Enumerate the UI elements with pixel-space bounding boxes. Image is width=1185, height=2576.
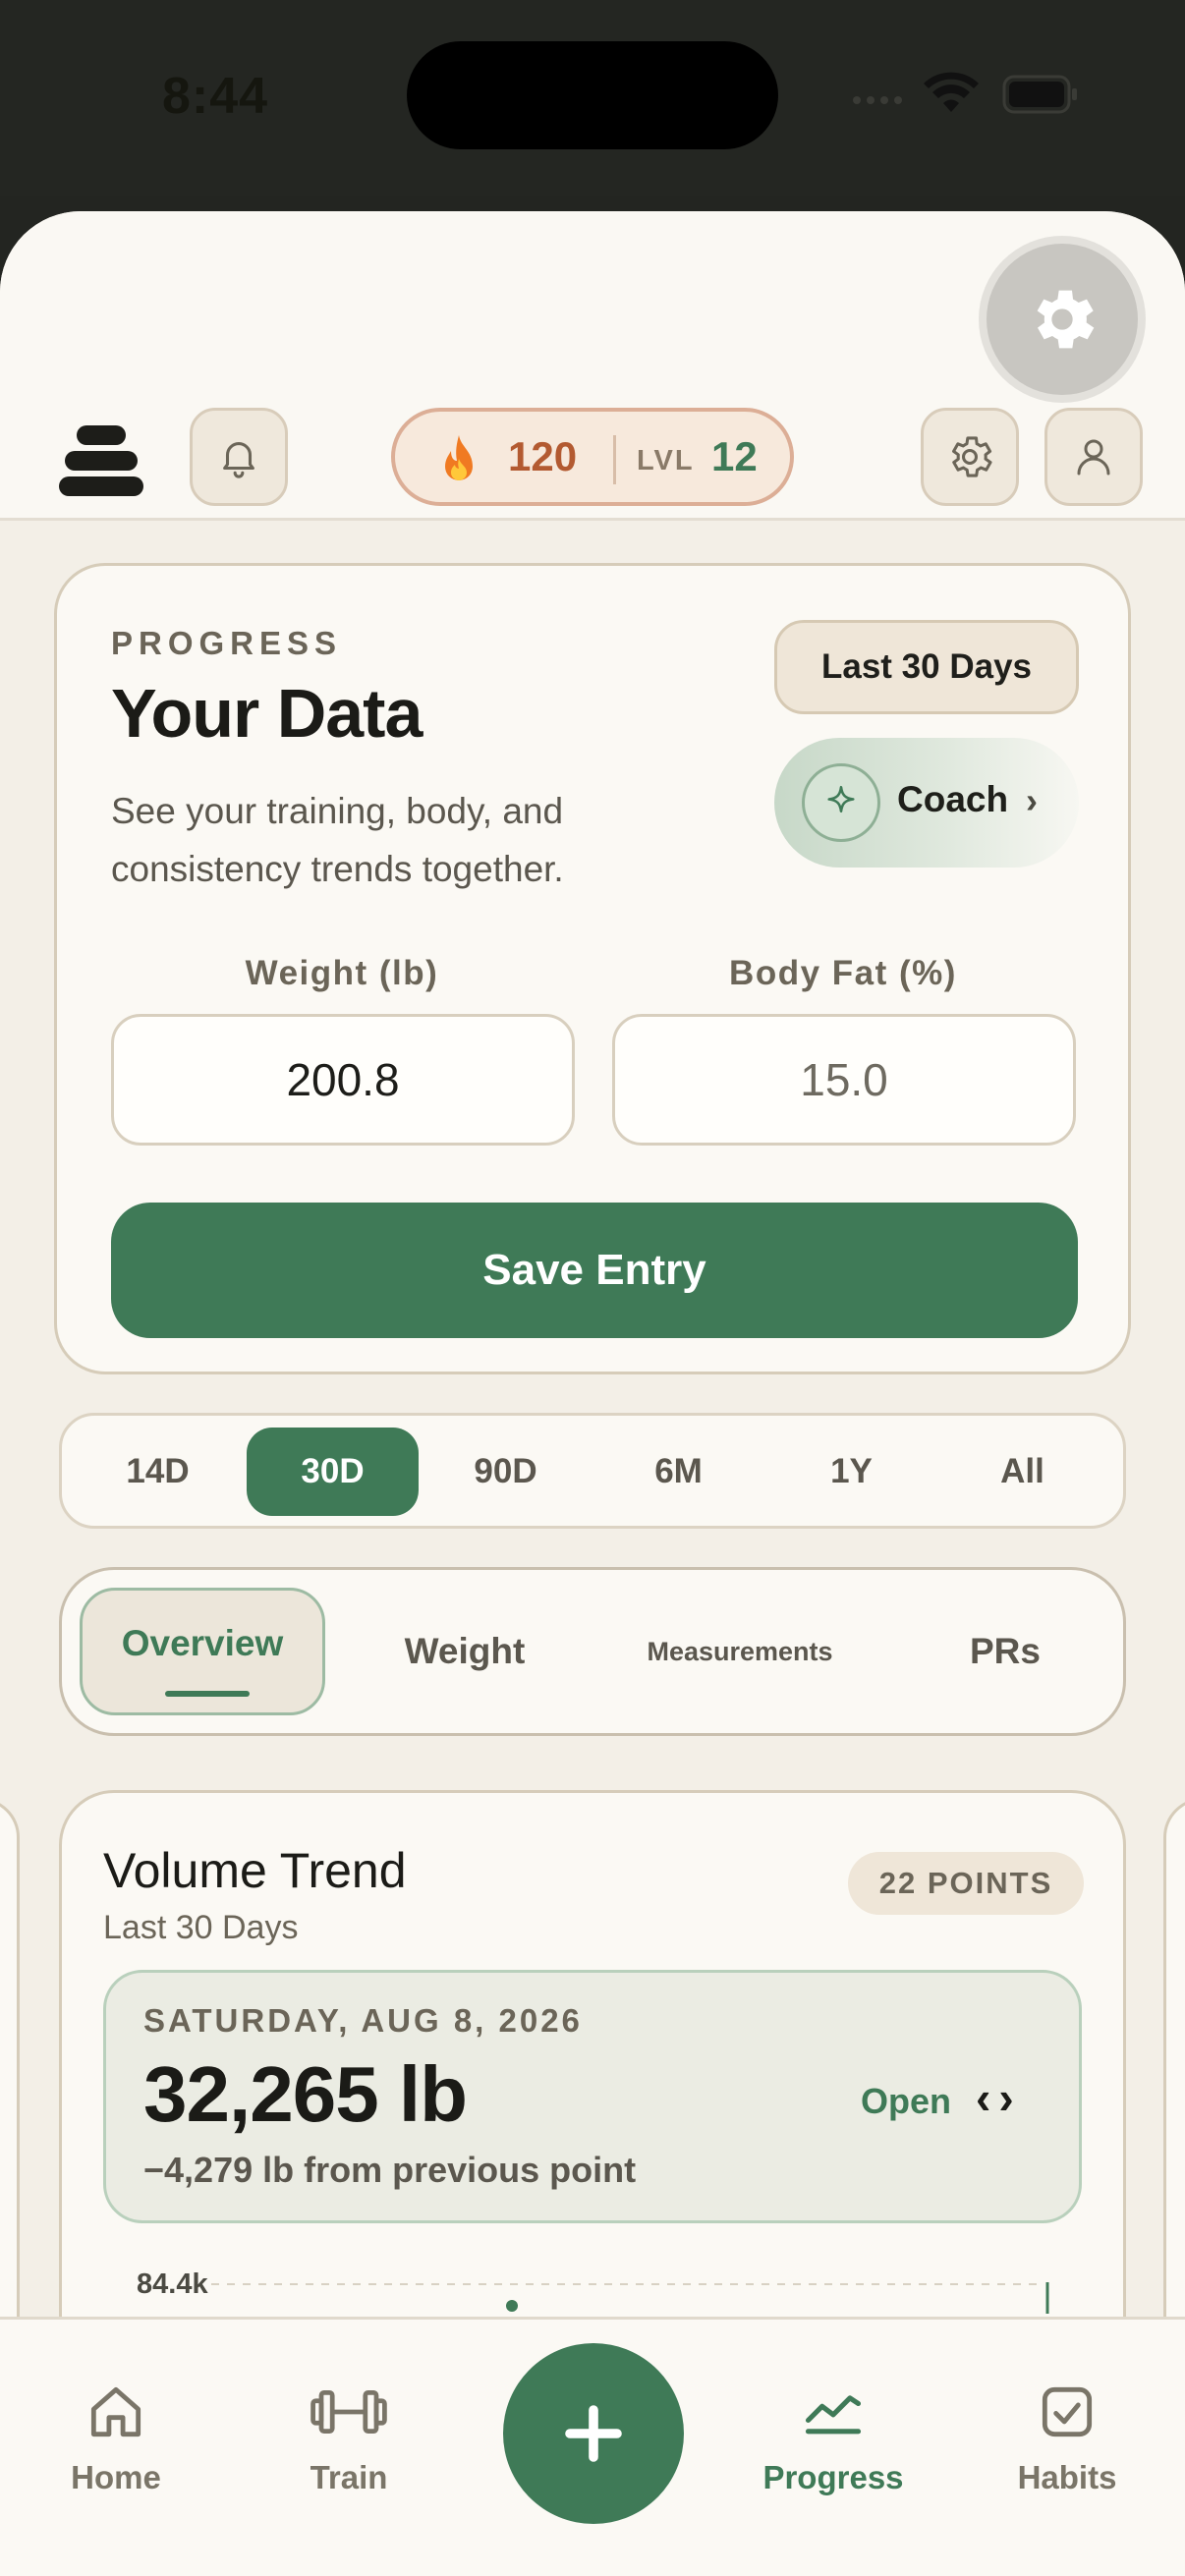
nav-progress[interactable]: Progress: [735, 2379, 931, 2516]
selected-date: SATURDAY, AUG 8, 2026: [143, 2002, 583, 2039]
tab-weight[interactable]: Weight: [357, 1588, 573, 1715]
status-icons: [853, 72, 1077, 114]
save-entry-button[interactable]: Save Entry: [111, 1203, 1078, 1338]
points-badge: 22 POINTS: [848, 1852, 1084, 1915]
tab-overview-label: Overview: [121, 1623, 284, 1663]
weight-input[interactable]: 200.8: [111, 1014, 575, 1146]
progress-card: PROGRESS Your Data See your training, bo…: [54, 563, 1131, 1374]
wifi-icon: [924, 72, 979, 112]
main-sheet: 120 LVL 12 PROGRESS Your Data See your t…: [0, 211, 1185, 2576]
volume-title: Volume Trend: [103, 1843, 407, 1898]
selected-point-detail[interactable]: SATURDAY, AUG 8, 2026 32,265 lb −4,279 l…: [103, 1970, 1082, 2223]
flame-icon: [445, 435, 473, 480]
pill-divider: [613, 435, 616, 484]
range-selector: 14D 30D 90D 6M 1Y All: [59, 1413, 1126, 1529]
status-time: 8:44: [162, 68, 269, 125]
streak-count: 120: [508, 433, 578, 479]
level-label: LVL: [637, 445, 695, 476]
range-option-all[interactable]: All: [936, 1428, 1108, 1516]
open-link[interactable]: Open: [861, 2081, 951, 2122]
user-icon: [1077, 439, 1110, 476]
gear-icon: [952, 436, 992, 477]
notifications-button[interactable]: [190, 408, 288, 506]
checkbox-icon: [1042, 2386, 1093, 2437]
data-point: [506, 2300, 518, 2312]
point-nav-arrows: ‹›: [976, 2071, 1022, 2124]
tab-measurements[interactable]: Measurements: [592, 1588, 887, 1715]
floating-settings-button[interactable]: [987, 244, 1138, 395]
nav-train-label: Train: [310, 2459, 388, 2495]
menu-button[interactable]: [59, 425, 143, 496]
tab-active-indicator: [165, 1691, 250, 1697]
range-option-30d[interactable]: 30D: [247, 1428, 419, 1516]
signal-icon: [853, 96, 902, 104]
selected-value: 32,265 lb: [143, 2050, 468, 2138]
battery-icon: [1002, 75, 1077, 114]
bodyfat-input[interactable]: 15.0: [612, 1014, 1076, 1146]
section-eyebrow: PROGRESS: [111, 625, 343, 661]
profile-button[interactable]: [1044, 408, 1143, 506]
bell-icon: [223, 442, 254, 478]
home-icon: [90, 2386, 141, 2437]
nav-progress-label: Progress: [762, 2459, 904, 2495]
coach-label: Coach: [897, 779, 1009, 819]
range-option-1y[interactable]: 1Y: [765, 1428, 937, 1516]
volume-subtitle: Last 30 Days: [103, 1909, 299, 1946]
tab-overview[interactable]: Overview: [80, 1588, 325, 1715]
nav-home-label: Home: [71, 2459, 161, 2495]
coach-button[interactable]: Coach ›: [774, 738, 1079, 868]
range-badge[interactable]: Last 30 Days: [774, 620, 1079, 714]
range-option-90d[interactable]: 90D: [420, 1428, 592, 1516]
tab-prs[interactable]: PRs: [907, 1588, 1103, 1715]
chevron-right-icon[interactable]: ›: [998, 2072, 1021, 2123]
bodyfat-label: Body Fat (%): [729, 954, 957, 992]
chevron-left-icon[interactable]: ‹: [976, 2072, 998, 2123]
weight-label: Weight (lb): [245, 954, 439, 992]
range-option-14d[interactable]: 14D: [72, 1428, 244, 1516]
sparkle-icon: [827, 785, 855, 813]
plus-icon: [565, 2405, 622, 2462]
gear-icon: [1037, 290, 1095, 349]
page-description: See your training, body, and consistency…: [111, 791, 564, 889]
nav-train[interactable]: Train: [251, 2379, 447, 2516]
nav-habits-label: Habits: [1017, 2459, 1117, 2495]
add-button[interactable]: [503, 2343, 684, 2524]
trend-chart-icon: [805, 2395, 862, 2435]
level-value: 12: [711, 433, 758, 479]
volume-chart: [211, 2282, 1049, 2314]
progress-tabs: Overview Weight Measurements PRs: [59, 1567, 1126, 1736]
dumbbell-icon: [310, 2390, 387, 2434]
chevron-right-icon: ›: [1026, 780, 1038, 820]
status-bar: 8:44: [0, 0, 1185, 196]
sparkle-icon-wrap: [802, 763, 880, 842]
range-option-6m[interactable]: 6M: [592, 1428, 764, 1516]
streak-level-pill[interactable]: 120 LVL 12: [391, 408, 794, 506]
dynamic-island: [407, 41, 778, 149]
delta-text: −4,279 lb from previous point: [143, 2150, 637, 2190]
nav-habits[interactable]: Habits: [969, 2379, 1165, 2516]
nav-home[interactable]: Home: [18, 2379, 214, 2516]
page-title: Your Data: [111, 675, 423, 752]
settings-button[interactable]: [921, 408, 1019, 506]
